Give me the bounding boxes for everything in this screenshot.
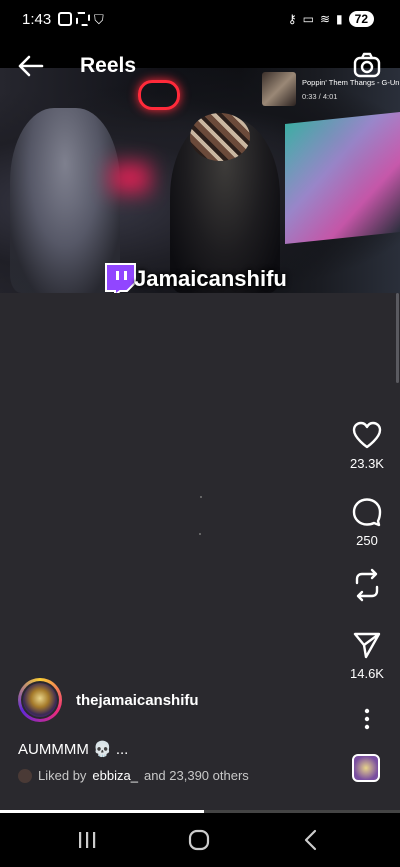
recent-apps-icon[interactable] — [73, 827, 101, 853]
video-person-head — [190, 113, 250, 161]
avatar[interactable] — [18, 678, 62, 722]
song-title: Poppin' Them Thangs - G-Unit — [302, 78, 400, 87]
avatar-ring-gap — [21, 681, 59, 719]
status-bar: 1:43 ⛉ ⚷ ▭ ≋ ▮ 72 — [0, 0, 400, 40]
cast-icon: ▭ — [302, 12, 314, 26]
remix-icon[interactable] — [352, 568, 382, 602]
status-notification-icons: ⛉ — [58, 12, 104, 28]
twitch-channel-name: Jamaicanshifu — [134, 266, 287, 291]
speck — [199, 533, 201, 535]
signal-icon: ▮ — [336, 12, 343, 26]
twitch-logo-icon — [105, 263, 136, 296]
reel-body[interactable] — [0, 293, 400, 810]
remix-action[interactable] — [344, 568, 390, 602]
avatar-image — [23, 683, 57, 717]
liked-by-row[interactable]: Liked by ebbiza_ and 23,390 others — [18, 768, 249, 783]
share-count: 14.6K — [350, 666, 384, 681]
app-g-icon — [58, 12, 72, 26]
liked-by-user[interactable]: ebbiza_ — [92, 768, 138, 783]
home-icon[interactable] — [185, 827, 213, 853]
liked-by-prefix: Liked by — [38, 768, 87, 783]
video-pc-case — [285, 111, 400, 245]
now-playing-widget[interactable]: Poppin' Them Thangs - G-Unit 0:33 / 4:01 — [258, 70, 400, 108]
speck — [200, 496, 202, 498]
status-time: 1:43 — [22, 11, 52, 28]
battery-indicator: 72 — [348, 11, 374, 27]
like-action[interactable]: 23.3K — [344, 420, 390, 471]
scrollbar[interactable] — [396, 293, 399, 383]
share-action[interactable]: 14.6K — [344, 630, 390, 681]
shield-icon: ⛉ — [94, 12, 104, 27]
twitch-overlay: Jamaicanshifu — [102, 262, 287, 296]
wifi-icon: ≋ — [319, 12, 331, 26]
back-nav-icon[interactable] — [297, 827, 325, 853]
audio-thumbnail[interactable] — [352, 754, 380, 782]
system-nav-bar — [0, 813, 400, 867]
liked-by-suffix: and 23,390 others — [143, 768, 249, 783]
more-vertical-icon[interactable] — [356, 708, 378, 730]
comment-bubble-icon[interactable] — [351, 497, 383, 527]
status-system-icons: ⚷ ▭ ≋ ▮ 72 — [288, 11, 374, 27]
like-count: 23.3K — [350, 456, 384, 471]
heart-icon[interactable] — [351, 420, 383, 450]
author-row[interactable]: thejamaicanshifu — [18, 678, 199, 722]
album-art — [262, 72, 296, 106]
send-icon[interactable] — [352, 630, 382, 660]
video-red-light — [110, 163, 150, 193]
comment-count: 250 — [356, 533, 378, 548]
author-username[interactable]: thejamaicanshifu — [76, 692, 199, 709]
song-time: 0:33 / 4:01 — [302, 92, 338, 101]
caption[interactable]: AUMMMM 💀 ... — [18, 740, 128, 758]
page-title: Reels — [80, 54, 137, 77]
liked-by-avatar — [18, 768, 32, 783]
arrow-left-icon[interactable] — [14, 52, 48, 80]
comment-action[interactable]: 250 — [344, 497, 390, 548]
screenshot-icon — [76, 12, 90, 26]
key-icon: ⚷ — [287, 12, 297, 26]
